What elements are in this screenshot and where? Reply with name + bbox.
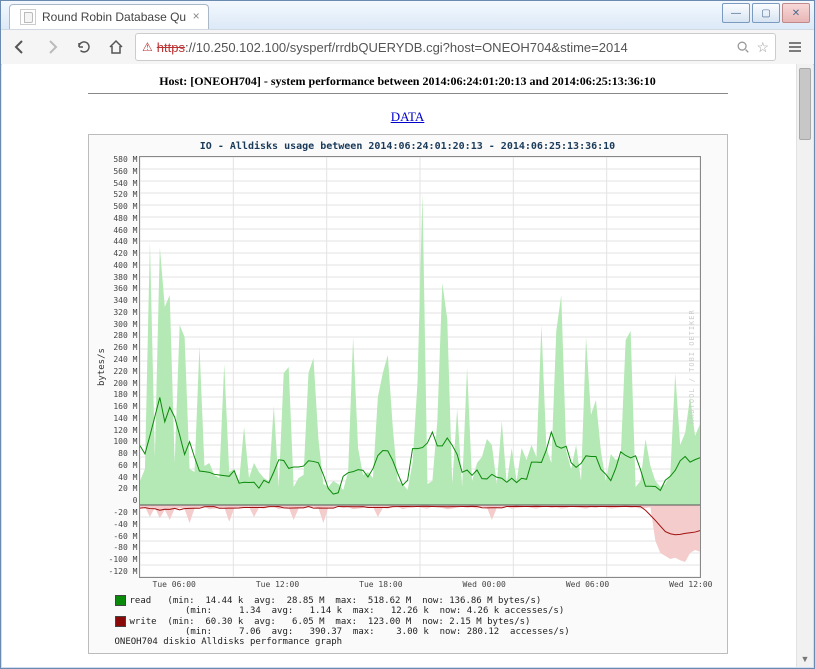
- maximize-button[interactable]: ▢: [752, 3, 780, 23]
- y-tick: 540 M: [109, 180, 138, 188]
- y-tick: 60 M: [109, 462, 138, 470]
- data-link[interactable]: DATA: [391, 109, 425, 124]
- chart-container: IO - Alldisks usage between 2014:06:24:0…: [88, 134, 728, 654]
- y-tick: 280 M: [109, 332, 138, 340]
- minimize-button[interactable]: —: [722, 3, 750, 23]
- tab-title: Round Robin Database Qu: [42, 10, 186, 24]
- y-tick: 400 M: [109, 262, 138, 270]
- home-button[interactable]: [103, 34, 129, 60]
- x-tick: Wed 12:00: [669, 580, 712, 589]
- y-tick: -40 M: [109, 521, 138, 529]
- close-tab-icon[interactable]: ×: [190, 10, 202, 22]
- y-tick: 300 M: [109, 321, 138, 329]
- y-tick: -80 M: [109, 544, 138, 552]
- y-tick: 200 M: [109, 380, 138, 388]
- y-tick: 580 M: [109, 156, 138, 164]
- y-tick: 460 M: [109, 227, 138, 235]
- x-axis-ticks: Tue 06:00 Tue 12:00 Tue 18:00 Wed 00:00 Wed …: [153, 578, 713, 589]
- y-tick: -60 M: [109, 533, 138, 541]
- y-tick: 520 M: [109, 191, 138, 199]
- y-tick: 40 M: [109, 474, 138, 482]
- y-tick: 0: [109, 497, 138, 505]
- y-tick: 360 M: [109, 285, 138, 293]
- y-tick: 120 M: [109, 427, 138, 435]
- titlebar: Round Robin Database Qu × — ▢ ✕: [1, 1, 814, 29]
- scrollbar-thumb[interactable]: [799, 68, 811, 140]
- insecure-lock-icon: ⚠: [142, 40, 153, 54]
- y-tick: -20 M: [109, 509, 138, 517]
- browser-window: Round Robin Database Qu × — ▢ ✕ ⚠ https …: [0, 0, 815, 669]
- x-tick: Wed 06:00: [566, 580, 609, 589]
- search-icon: [736, 40, 750, 54]
- close-window-button[interactable]: ✕: [782, 3, 810, 23]
- rrdtool-watermark: RRDTOOL / TOBI OETIKER: [688, 159, 698, 575]
- x-tick: Tue 12:00: [256, 580, 299, 589]
- x-tick: Tue 06:00: [153, 580, 196, 589]
- x-tick: Wed 00:00: [462, 580, 505, 589]
- y-tick: 80 M: [109, 450, 138, 458]
- url-text: ://10.250.102.100/sysperf/rrdbQUERYDB.cg…: [185, 40, 628, 55]
- page-icon: [20, 9, 36, 25]
- y-tick: 440 M: [109, 238, 138, 246]
- menu-button[interactable]: [782, 34, 808, 60]
- y-tick: 240 M: [109, 356, 138, 364]
- y-tick: 100 M: [109, 438, 138, 446]
- address-bar[interactable]: ⚠ https ://10.250.102.100/sysperf/rrdbQU…: [135, 33, 776, 61]
- y-tick: 480 M: [109, 215, 138, 223]
- arrow-right-icon: [44, 39, 60, 55]
- reload-icon: [76, 39, 92, 55]
- y-tick: 340 M: [109, 297, 138, 305]
- y-tick: 380 M: [109, 274, 138, 282]
- y-tick: -100 M: [109, 556, 138, 564]
- bookmark-star-icon[interactable]: ☆: [756, 39, 769, 56]
- scroll-down-icon[interactable]: ▼: [797, 651, 813, 667]
- y-tick: 160 M: [109, 403, 138, 411]
- window-controls: — ▢ ✕: [722, 3, 810, 23]
- y-tick: 320 M: [109, 309, 138, 317]
- back-button[interactable]: [7, 34, 33, 60]
- divider: [88, 93, 728, 94]
- chart-plot-area: RRDTOOL / TOBI OETIKER: [139, 156, 701, 578]
- page-heading: Host: [ONEOH704] - system performance be…: [22, 74, 793, 89]
- chart-legend: read (min: 14.44 k avg: 28.85 M max: 518…: [115, 595, 721, 647]
- hamburger-icon: [787, 39, 803, 55]
- y-tick: 560 M: [109, 168, 138, 176]
- y-axis-ticks: 580 M 560 M 540 M 520 M 500 M 480 M 460 M 440 M…: [109, 156, 140, 576]
- x-tick: Tue 18:00: [359, 580, 402, 589]
- browser-toolbar: ⚠ https ://10.250.102.100/sysperf/rrdbQU…: [1, 29, 814, 65]
- chart-title: IO - Alldisks usage between 2014:06:24:0…: [95, 141, 721, 152]
- y-tick: 140 M: [109, 415, 138, 423]
- y-tick: 220 M: [109, 368, 138, 376]
- y-axis-label: bytes/s: [95, 156, 109, 578]
- y-tick: -120 M: [109, 568, 138, 576]
- y-tick: 180 M: [109, 391, 138, 399]
- forward-button[interactable]: [39, 34, 65, 60]
- y-tick: 500 M: [109, 203, 138, 211]
- data-link-row: DATA: [22, 108, 793, 126]
- page-viewport: Host: [ONEOH704] - system performance be…: [2, 64, 813, 667]
- y-tick: 260 M: [109, 344, 138, 352]
- arrow-left-icon: [12, 39, 28, 55]
- y-tick: 420 M: [109, 250, 138, 258]
- home-icon: [108, 39, 124, 55]
- vertical-scrollbar[interactable]: ▲ ▼: [796, 64, 813, 667]
- url-scheme: https: [157, 40, 185, 55]
- browser-tab[interactable]: Round Robin Database Qu ×: [9, 4, 209, 29]
- reload-button[interactable]: [71, 34, 97, 60]
- y-tick: 20 M: [109, 485, 138, 493]
